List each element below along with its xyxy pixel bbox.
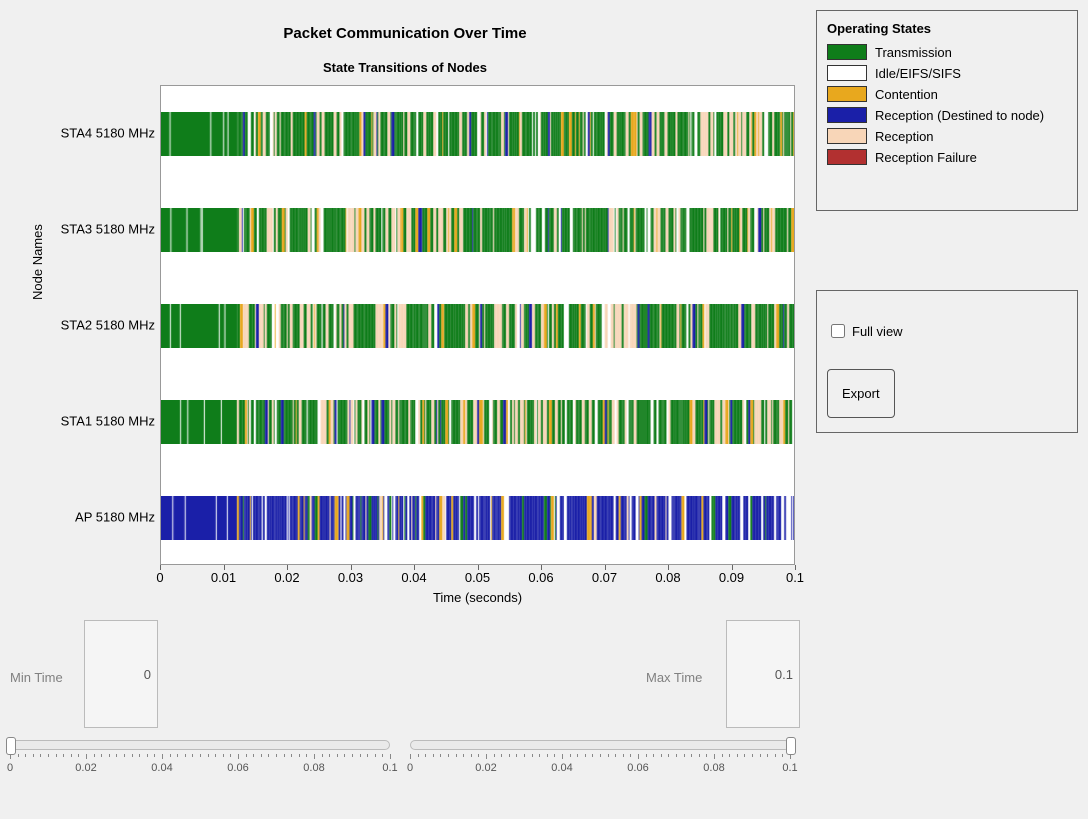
y-tick-label: STA2 5180 MHz <box>5 318 155 333</box>
x-tick-label: 0.02 <box>274 570 299 585</box>
min-time-field[interactable]: 0 <box>84 620 158 728</box>
slider-tick-label: 0.02 <box>75 762 96 774</box>
sliders-panel: 0 0.02 0.04 0.06 0.08 0.1 0 0.02 0.04 0.06 0.08 0.… <box>10 740 800 810</box>
x-tick-label: 0.09 <box>719 570 744 585</box>
slider-tick-label: 0 <box>407 762 413 774</box>
x-tick-mark <box>351 565 352 570</box>
slider-tick-label: 0.04 <box>151 762 172 774</box>
legend-item: Contention <box>827 86 1067 102</box>
x-tick-label: 0 <box>156 570 163 585</box>
timeline-row <box>161 208 794 252</box>
timeline-row <box>161 496 794 540</box>
legend-swatch <box>827 44 867 60</box>
export-button[interactable]: Export <box>827 369 895 418</box>
legend-swatch <box>827 86 867 102</box>
legend-item: Reception Failure <box>827 149 1067 165</box>
slider-thumb[interactable] <box>786 737 796 755</box>
time-inputs: Min Time 0 Max Time 0.1 <box>10 620 800 730</box>
y-tick-label: STA4 5180 MHz <box>5 126 155 141</box>
max-time-slider[interactable]: 00.020.040.060.080.1 <box>410 740 790 780</box>
max-time-label: Max Time <box>646 670 702 685</box>
full-view-label: Full view <box>852 324 903 339</box>
x-tick-mark <box>605 565 606 570</box>
timeline-row <box>161 400 794 444</box>
legend-item: Idle/EIFS/SIFS <box>827 65 1067 81</box>
x-tick-mark <box>795 565 796 570</box>
legend-swatch <box>827 128 867 144</box>
max-time-field[interactable]: 0.1 <box>726 620 800 728</box>
legend-label: Reception <box>875 129 934 144</box>
x-tick-mark <box>541 565 542 570</box>
legend-label: Reception (Destined to node) <box>875 108 1044 123</box>
legend-swatch <box>827 149 867 165</box>
y-tick-label: STA3 5180 MHz <box>5 222 155 237</box>
x-tick-mark <box>287 565 288 570</box>
legend-panel: Operating States Transmission Idle/EIFS/S… <box>816 10 1078 211</box>
slider-ruler: 00.020.040.060.080.1 <box>10 754 390 780</box>
slider-tick-label: 0.08 <box>703 762 724 774</box>
controls-panel: Full view Export <box>816 290 1078 433</box>
slider-thumb[interactable] <box>6 737 16 755</box>
chart-subtitle: State Transitions of Nodes <box>10 60 800 75</box>
x-tick-label: 0.03 <box>338 570 363 585</box>
legend-item: Reception (Destined to node) <box>827 107 1067 123</box>
slider-tick-label: 0.08 <box>303 762 324 774</box>
slider-tick-label: 0 <box>7 762 13 774</box>
x-tick-label: 0.06 <box>528 570 553 585</box>
x-tick-mark <box>160 565 161 570</box>
slider-tick-label: 0.04 <box>551 762 572 774</box>
legend-label: Transmission <box>875 45 952 60</box>
y-tick-label: STA1 5180 MHz <box>5 414 155 429</box>
x-tick-label: 0.01 <box>211 570 236 585</box>
slider-tick-label: 0.02 <box>475 762 496 774</box>
x-tick-mark <box>478 565 479 570</box>
legend-item: Reception <box>827 128 1067 144</box>
slider-tick-label: 0.06 <box>627 762 648 774</box>
x-tick-mark <box>414 565 415 570</box>
x-tick-label: 0.04 <box>401 570 426 585</box>
timeline-row <box>161 112 794 156</box>
full-view-checkbox[interactable] <box>831 324 845 338</box>
legend-swatch <box>827 107 867 123</box>
x-tick-mark <box>668 565 669 570</box>
plot-area[interactable] <box>160 85 795 565</box>
y-tick-label: AP 5180 MHz <box>5 510 155 525</box>
slider-tick-label: 0.1 <box>782 762 797 774</box>
x-tick-label: 0.05 <box>465 570 490 585</box>
x-tick-label: 0.07 <box>592 570 617 585</box>
legend-swatch <box>827 65 867 81</box>
x-tick-mark <box>224 565 225 570</box>
chart-panel: Packet Communication Over Time State Tra… <box>10 10 800 600</box>
full-view-checkbox-row[interactable]: Full view <box>827 321 1067 341</box>
slider-tick-label: 0.1 <box>382 762 397 774</box>
x-tick-label: 0.1 <box>786 570 804 585</box>
legend-title: Operating States <box>827 21 1067 36</box>
timeline-row <box>161 304 794 348</box>
slider-tick-label: 0.06 <box>227 762 248 774</box>
legend-item: Transmission <box>827 44 1067 60</box>
slider-ruler: 00.020.040.060.080.1 <box>410 754 790 780</box>
x-tick-mark <box>732 565 733 570</box>
app-root: Packet Communication Over Time State Tra… <box>0 0 1088 819</box>
x-axis-label: Time (seconds) <box>160 590 795 605</box>
min-time-label: Min Time <box>10 670 63 685</box>
legend-label: Idle/EIFS/SIFS <box>875 66 961 81</box>
legend-label: Reception Failure <box>875 150 977 165</box>
legend-label: Contention <box>875 87 938 102</box>
min-time-slider[interactable]: 00.020.040.060.080.1 <box>10 740 390 780</box>
chart-title: Packet Communication Over Time <box>10 25 800 42</box>
x-tick-label: 0.08 <box>655 570 680 585</box>
